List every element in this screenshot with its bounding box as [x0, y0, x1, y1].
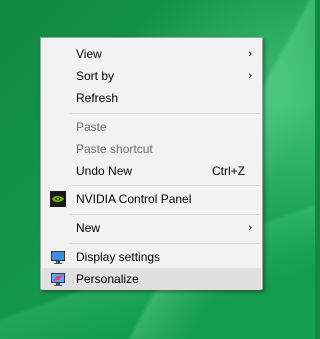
menu-item-paste: Paste — [42, 116, 261, 138]
menu-item-label: Undo New — [76, 164, 133, 178]
menu-item-label: Paste shortcut — [76, 142, 153, 156]
nvidia-icon — [50, 191, 66, 207]
display-settings-icon — [50, 249, 66, 265]
menu-separator — [70, 214, 260, 215]
menu-item-label: Display settings — [76, 250, 161, 264]
menu-separator — [70, 113, 260, 114]
chevron-right-icon: › — [248, 70, 252, 82]
menu-item-label: New — [76, 221, 101, 235]
menu-item-label: Paste — [76, 120, 107, 134]
menu-item-new[interactable]: New › — [42, 217, 261, 239]
menu-item-label: Personalize — [76, 272, 139, 286]
menu-item-nvidia-control-panel[interactable]: NVIDIA Control Panel — [42, 188, 261, 210]
menu-item-label: NVIDIA Control Panel — [76, 192, 192, 206]
menu-item-display-settings[interactable]: Display settings — [42, 246, 261, 268]
menu-separator — [70, 185, 260, 186]
menu-item-refresh[interactable]: Refresh — [42, 87, 261, 109]
menu-item-label: View — [76, 47, 102, 61]
context-menu: View › Sort by › Refresh Paste Paste sho… — [40, 37, 263, 290]
chevron-right-icon: › — [248, 222, 252, 234]
menu-separator — [70, 243, 260, 244]
menu-item-view[interactable]: View › — [42, 43, 261, 65]
menu-item-personalize[interactable]: Personalize — [42, 268, 261, 290]
personalize-icon — [50, 271, 66, 287]
shortcut-hint: Ctrl+Z — [212, 164, 245, 178]
menu-item-paste-shortcut: Paste shortcut — [42, 138, 261, 160]
chevron-right-icon: › — [248, 48, 252, 60]
menu-item-label: Sort by — [76, 69, 115, 83]
menu-item-label: Refresh — [76, 91, 119, 105]
menu-item-sort-by[interactable]: Sort by › — [42, 65, 261, 87]
menu-item-undo-new[interactable]: Undo New Ctrl+Z — [42, 160, 261, 182]
